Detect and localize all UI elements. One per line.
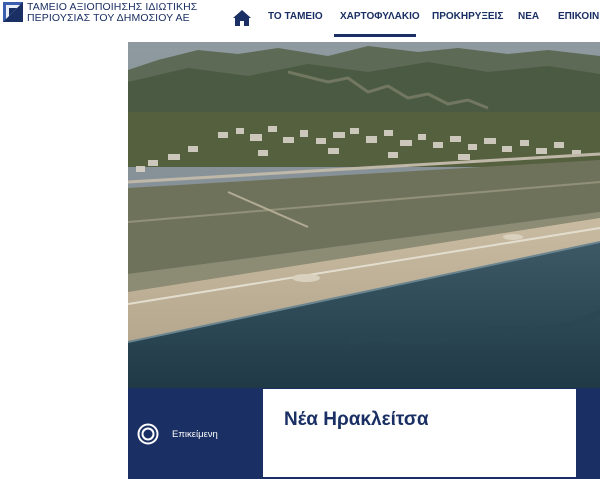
logo-icon	[3, 2, 23, 22]
nav-active-underline	[334, 34, 416, 37]
property-title[interactable]: Νέα Ηρακλείτσα	[284, 409, 429, 431]
property-photo	[128, 42, 600, 388]
logo-line-1: ΤΑΜΕΙΟ ΑΞΙΟΠΟΙΗΣΗΣ ΙΔΙΩΤΙΚΗΣ	[27, 1, 198, 13]
nav-item-prokiryxeis[interactable]: ΠΡΟΚΗΡΥΞΕΙΣ	[432, 11, 503, 22]
nav-item-xartofylakio[interactable]: ΧΑΡΤΟΦΥΛΑΚΙΟ	[340, 11, 420, 22]
home-icon[interactable]	[232, 9, 252, 27]
site-logo[interactable]: ΤΑΜΕΙΟ ΑΞΙΟΠΟΙΗΣΗΣ ΙΔΙΩΤΙΚΗΣ ΠΕΡΙΟΥΣΙΑΣ …	[3, 2, 197, 23]
logo-line-2: ΠΕΡΙΟΥΣΙΑΣ ΤΟΥ ΔΗΜΟΣΙΟΥ ΑΕ	[27, 11, 190, 24]
radio-ring-icon	[137, 423, 159, 445]
site-header: ΤΑΜΕΙΟ ΑΞΙΟΠΟΙΗΣΗΣ ΙΔΙΩΤΙΚΗΣ ΠΕΡΙΟΥΣΙΑΣ …	[0, 0, 600, 40]
nav-item-epikoinonia[interactable]: ΕΠΙΚΟΙΝ	[558, 11, 599, 22]
logo-text: ΤΑΜΕΙΟ ΑΞΙΟΠΟΙΗΣΗΣ ΙΔΙΩΤΙΚΗΣ ΠΕΡΙΟΥΣΙΑΣ …	[27, 2, 197, 23]
nav-item-to-tameio[interactable]: ΤΟ ΤΑΜΕΙΟ	[268, 11, 323, 22]
property-card[interactable]	[263, 389, 576, 477]
status-badge: Επικείμενη	[172, 429, 218, 440]
nav-item-nea[interactable]: ΝΕΑ	[518, 11, 539, 22]
